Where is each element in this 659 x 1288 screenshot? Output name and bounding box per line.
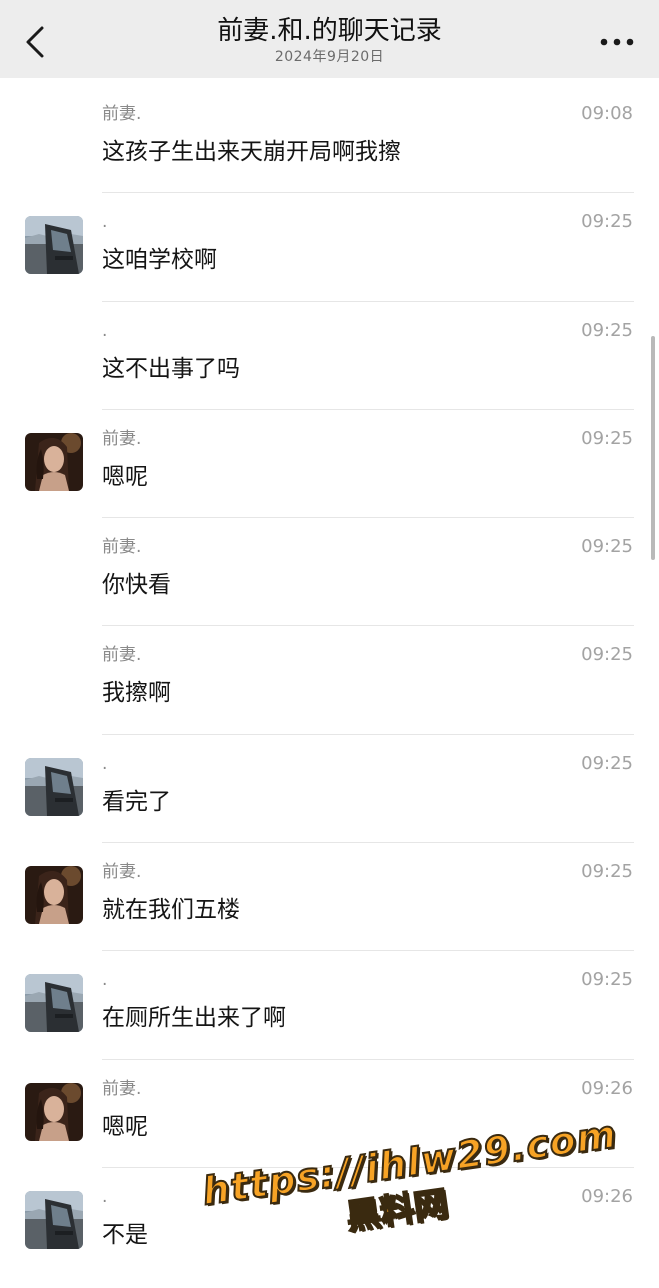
avatar[interactable] <box>25 757 83 816</box>
message-item[interactable]: . 09:25 在厕所生出来了啊 <box>0 944 659 1052</box>
message-time: 09:25 <box>581 319 633 341</box>
message-text: 这孩子生出来天崩开局啊我擦 <box>102 139 401 165</box>
message-time: 09:25 <box>581 644 633 666</box>
avatar[interactable] <box>25 1190 83 1249</box>
message-text: 不是 <box>102 1221 148 1248</box>
message-text: 这咱学校啊 <box>102 247 217 274</box>
message-time: 09:25 <box>581 211 633 233</box>
sender-name: . <box>102 753 108 774</box>
sender-name: . <box>102 970 108 991</box>
divider <box>102 408 634 410</box>
message-time: 09:25 <box>581 536 633 558</box>
chevron-left-icon <box>26 26 44 58</box>
message-item[interactable]: 前妻. 09:26 嗯呢 <box>0 1053 659 1161</box>
avatar[interactable] <box>25 432 83 491</box>
sender-name: . <box>102 212 108 233</box>
divider <box>102 842 634 844</box>
message-item[interactable]: 前妻. 09:25 你快看 <box>0 511 659 619</box>
page-subtitle-date: 2024年9月20日 <box>274 49 385 65</box>
message-text: 这不出事了吗 <box>102 355 240 382</box>
message-item[interactable]: 前妻. 09:08 这孩子生出来天崩开局啊我擦 <box>0 78 659 186</box>
message-item[interactable]: 前妻. 09:25 嗯呢 <box>0 403 659 511</box>
more-dots-icon <box>600 38 634 46</box>
divider <box>102 300 634 302</box>
divider <box>102 625 634 627</box>
message-text: 在厕所生出来了啊 <box>102 1005 286 1032</box>
divider <box>102 1166 634 1168</box>
sender-name: 前妻. <box>102 428 142 449</box>
message-time: 09:25 <box>581 752 633 774</box>
sender-name: . <box>102 1186 108 1207</box>
sender-name: 前妻. <box>102 1078 142 1099</box>
message-text: 我擦啊 <box>102 680 171 707</box>
sender-name: 前妻. <box>102 537 142 558</box>
message-item[interactable]: . 09:25 看完了 <box>0 728 659 836</box>
divider <box>102 192 634 194</box>
message-item[interactable]: . 09:25 这咱学校啊 <box>0 186 659 294</box>
message-text: 嗯呢 <box>102 463 148 490</box>
message-text: 就在我们五楼 <box>102 897 240 924</box>
back-button[interactable] <box>18 22 52 62</box>
avatar[interactable] <box>25 974 83 1033</box>
message-time: 09:26 <box>581 1185 633 1207</box>
navigation-bar: 前妻.和.的聊天记录 2024年9月20日 <box>0 0 659 78</box>
message-item[interactable]: 前妻. 09:25 就在我们五楼 <box>0 836 659 944</box>
avatar[interactable] <box>25 216 83 275</box>
message-time: 09:25 <box>581 427 633 449</box>
message-time: 09:25 <box>581 861 633 883</box>
message-item[interactable]: . 09:25 这不出事了吗 <box>0 295 659 403</box>
message-text: 嗯呢 <box>102 1113 148 1140</box>
message-text: 你快看 <box>102 572 171 599</box>
message-text: 看完了 <box>102 788 171 815</box>
divider <box>102 733 634 735</box>
sender-name: 前妻. <box>102 104 142 124</box>
sender-name: 前妻. <box>102 862 142 883</box>
message-item[interactable]: 前妻. 09:25 我擦啊 <box>0 619 659 727</box>
sender-name: 前妻. <box>102 645 142 666</box>
title-block: 前妻.和.的聊天记录 2024年9月20日 <box>80 14 579 66</box>
divider <box>102 517 634 519</box>
avatar[interactable] <box>25 1082 83 1141</box>
divider <box>102 1058 634 1060</box>
message-time: 09:26 <box>581 1077 633 1099</box>
sender-name: . <box>102 320 108 341</box>
divider <box>102 950 634 952</box>
message-time: 09:25 <box>581 969 633 991</box>
more-button[interactable] <box>597 28 637 56</box>
message-item[interactable]: . 09:26 不是 <box>0 1161 659 1269</box>
scrollbar[interactable] <box>651 336 655 560</box>
page-title: 前妻.和.的聊天记录 <box>217 16 442 46</box>
avatar[interactable] <box>25 866 83 925</box>
message-time: 09:08 <box>581 103 633 124</box>
chat-history-list[interactable]: 前妻. 09:08 这孩子生出来天崩开局啊我擦. 09:25 这咱学校啊. 09:25 这不… <box>0 78 659 1269</box>
